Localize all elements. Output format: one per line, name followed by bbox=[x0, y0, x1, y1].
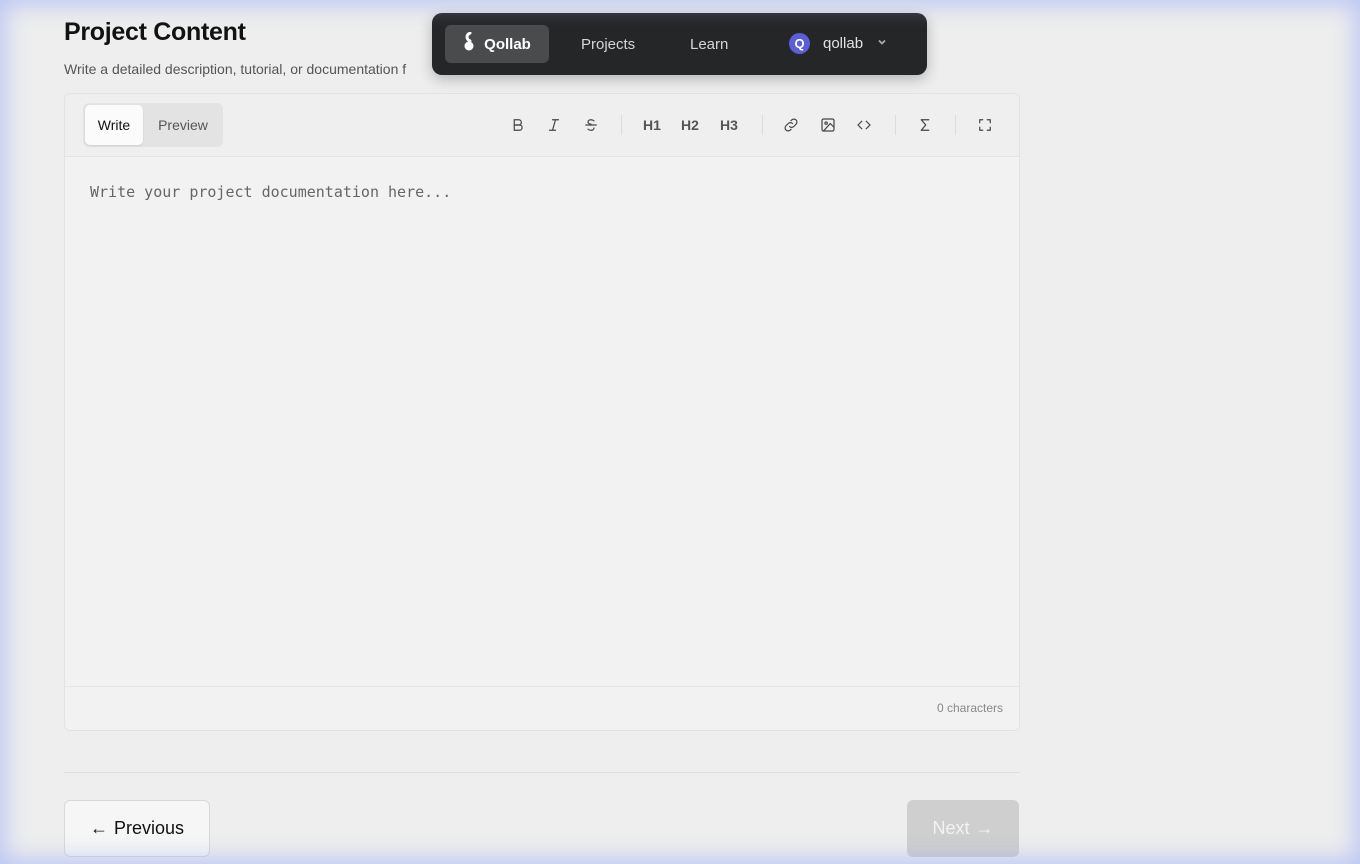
avatar: Q bbox=[789, 33, 810, 54]
previous-label: Previous bbox=[113, 818, 185, 838]
toolbar-divider bbox=[895, 115, 896, 135]
strikethrough-icon[interactable] bbox=[577, 111, 605, 139]
brand-link[interactable]: Qollab bbox=[445, 25, 549, 63]
chevron-down-icon bbox=[876, 35, 888, 53]
link-icon[interactable] bbox=[777, 111, 805, 139]
fullscreen-icon[interactable] bbox=[971, 111, 999, 139]
character-count: 0 characters bbox=[936, 701, 1003, 715]
page-title: Project Content bbox=[64, 18, 246, 46]
next-label: Next bbox=[932, 818, 970, 838]
editor-status-bar: 0 characters bbox=[65, 686, 1019, 730]
qollab-logo-icon bbox=[463, 31, 477, 57]
italic-icon[interactable] bbox=[540, 111, 568, 139]
code-icon[interactable] bbox=[850, 111, 878, 139]
content-textarea[interactable] bbox=[65, 157, 1019, 685]
page-subtitle: Write a detailed description, tutorial, … bbox=[64, 61, 407, 77]
user-menu[interactable]: Q qollab bbox=[789, 33, 888, 54]
editor-toolbar: Write Preview H1 H2 H3 bbox=[65, 94, 1019, 157]
heading-2-button[interactable]: H2 bbox=[676, 111, 704, 139]
nav-link-learn[interactable]: Learn bbox=[690, 36, 728, 53]
arrow-left-icon: ← bbox=[89, 818, 108, 838]
nav-link-projects[interactable]: Projects bbox=[581, 36, 635, 53]
heading-1-button[interactable]: H1 bbox=[638, 111, 666, 139]
heading-3-button[interactable]: H3 bbox=[715, 111, 743, 139]
mode-switch: Write Preview bbox=[83, 103, 223, 147]
brand-name: Qollab bbox=[484, 35, 531, 53]
toolbar-divider bbox=[621, 115, 622, 135]
sigma-icon[interactable] bbox=[911, 111, 939, 139]
image-icon[interactable] bbox=[814, 111, 842, 139]
top-navbar: Qollab Projects Learn Q qollab bbox=[432, 13, 927, 75]
editor-body bbox=[65, 157, 1019, 685]
toolbar-divider bbox=[955, 115, 956, 135]
previous-button[interactable]: ← Previous bbox=[64, 800, 210, 857]
toolbar-divider bbox=[762, 115, 763, 135]
next-button[interactable]: Next → bbox=[907, 800, 1019, 857]
preview-tab[interactable]: Preview bbox=[145, 105, 221, 145]
markdown-editor: Write Preview H1 H2 H3 Write your projec… bbox=[64, 93, 1020, 731]
user-name: qollab bbox=[823, 35, 864, 52]
arrow-right-icon: → bbox=[975, 818, 994, 838]
write-tab[interactable]: Write bbox=[85, 105, 143, 145]
bold-icon[interactable] bbox=[504, 111, 532, 139]
section-divider bbox=[64, 772, 1020, 773]
